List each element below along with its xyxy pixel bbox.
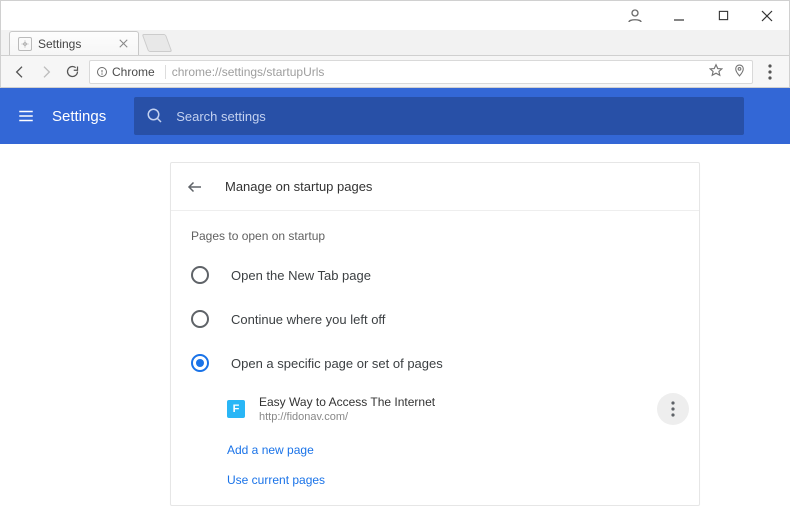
site-info-icon[interactable] [96, 66, 108, 78]
back-button[interactable] [185, 177, 205, 197]
use-current-pages-link[interactable]: Use current pages [171, 467, 699, 505]
page-entry-title: Easy Way to Access The Internet [259, 395, 435, 409]
location-icon[interactable] [733, 64, 746, 80]
window-minimize-button[interactable] [657, 1, 701, 31]
tab-settings[interactable]: Settings [9, 31, 139, 55]
radio-specific-pages[interactable]: Open a specific page or set of pages [171, 341, 699, 385]
omnibox-separator [165, 65, 166, 79]
browser-toolbar: Chrome chrome://settings/startupUrls [0, 56, 790, 88]
section-label: Pages to open on startup [171, 211, 699, 253]
omnibox-scheme-label: Chrome [112, 65, 155, 79]
tab-title: Settings [38, 37, 81, 51]
window-close-button[interactable] [745, 1, 789, 31]
radio-continue-left-off[interactable]: Continue where you left off [171, 297, 699, 341]
nav-forward-button[interactable] [33, 59, 59, 85]
user-account-icon[interactable] [613, 1, 657, 31]
radio-icon [191, 310, 209, 328]
page-entry-url: http://fidonav.com/ [259, 411, 435, 423]
radio-label: Open a specific page or set of pages [231, 356, 443, 371]
page-meta: Easy Way to Access The Internet http://f… [259, 395, 435, 423]
radio-open-new-tab[interactable]: Open the New Tab page [171, 253, 699, 297]
radio-icon-selected [191, 354, 209, 372]
omnibox[interactable]: Chrome chrome://settings/startupUrls [89, 60, 753, 84]
window-maximize-button[interactable] [701, 1, 745, 31]
card-header: Manage on startup pages [171, 163, 699, 211]
add-new-page-link[interactable]: Add a new page [171, 433, 699, 467]
header-title: Settings [52, 108, 106, 125]
content-area: Manage on startup pages Pages to open on… [0, 144, 790, 506]
search-input[interactable] [176, 109, 732, 124]
settings-header: Settings [0, 88, 790, 144]
radio-label: Continue where you left off [231, 312, 385, 327]
entry-more-button[interactable] [657, 393, 689, 425]
tab-close-icon[interactable] [116, 37, 130, 51]
radio-icon [191, 266, 209, 284]
bookmark-star-icon[interactable] [709, 63, 723, 80]
radio-label: Open the New Tab page [231, 268, 371, 283]
nav-back-button[interactable] [7, 59, 33, 85]
tab-favicon-icon [18, 37, 32, 51]
browser-menu-button[interactable] [757, 64, 783, 80]
startup-page-entry: F Easy Way to Access The Internet http:/… [171, 385, 699, 433]
page-favicon-icon: F [227, 400, 245, 418]
new-tab-button[interactable] [142, 34, 173, 52]
tab-strip: Settings [0, 30, 790, 56]
menu-toggle-button[interactable] [16, 106, 36, 126]
search-icon [146, 107, 164, 125]
window-titlebar [0, 0, 790, 30]
card-title: Manage on startup pages [225, 179, 372, 194]
nav-reload-button[interactable] [59, 59, 85, 85]
startup-pages-card: Manage on startup pages Pages to open on… [170, 162, 700, 506]
settings-search[interactable] [134, 97, 744, 135]
omnibox-url: chrome://settings/startupUrls [172, 65, 325, 79]
